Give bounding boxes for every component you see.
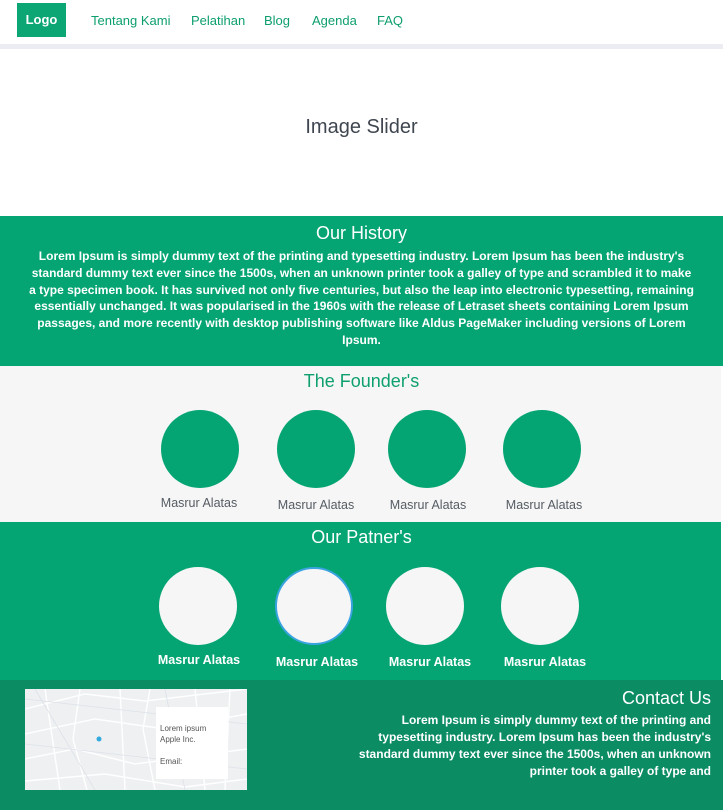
founder-name: Masrur Alatas [160,496,238,510]
founders-title: The Founder's [303,371,420,391]
nav-link-blog[interactable]: Blog [264,13,290,28]
image-slider[interactable]: Image Slider [0,116,723,139]
map-embed[interactable]: Lorem ipsum Apple Inc. Email: [25,689,247,790]
history-title: Our History [315,223,407,243]
partner-name: Masrur Alatas [388,655,472,669]
navbar-divider [0,44,723,49]
founder-avatar [277,410,355,488]
founder-name: Masrur Alatas [505,498,583,512]
founder-avatar [161,410,239,488]
partner-avatar [159,567,237,645]
founder-name: Masrur Alatas [389,498,467,512]
partner-name: Masrur Alatas [275,655,359,669]
map-info-text: Lorem ipsum Apple Inc. Email: [160,724,207,766]
map-pin-icon [96,736,102,742]
logo-button[interactable]: Logo [17,3,66,37]
founder-avatar [503,410,581,488]
partner-avatar [501,567,579,645]
partner-avatar [386,567,464,645]
founder-avatar [388,410,466,488]
nav-link-tentang-kami[interactable]: Tentang Kami [91,13,171,28]
partner-name: Masrur Alatas [503,655,587,669]
nav-link-pelatihan[interactable]: Pelatihan [191,13,245,28]
founder-name: Masrur Alatas [277,498,355,512]
contact-title: Contact Us [621,688,711,708]
nav-link-faq[interactable]: FAQ [377,13,403,28]
nav-link-agenda[interactable]: Agenda [312,13,357,28]
partners-title: Our Patner's [311,527,412,547]
history-text: Lorem Ipsum is simply dummy text of the … [29,249,694,347]
partner-avatar-highlighted [275,567,353,645]
partner-name: Masrur Alatas [157,653,241,667]
contact-text: Lorem Ipsum is simply dummy text of the … [358,713,711,778]
